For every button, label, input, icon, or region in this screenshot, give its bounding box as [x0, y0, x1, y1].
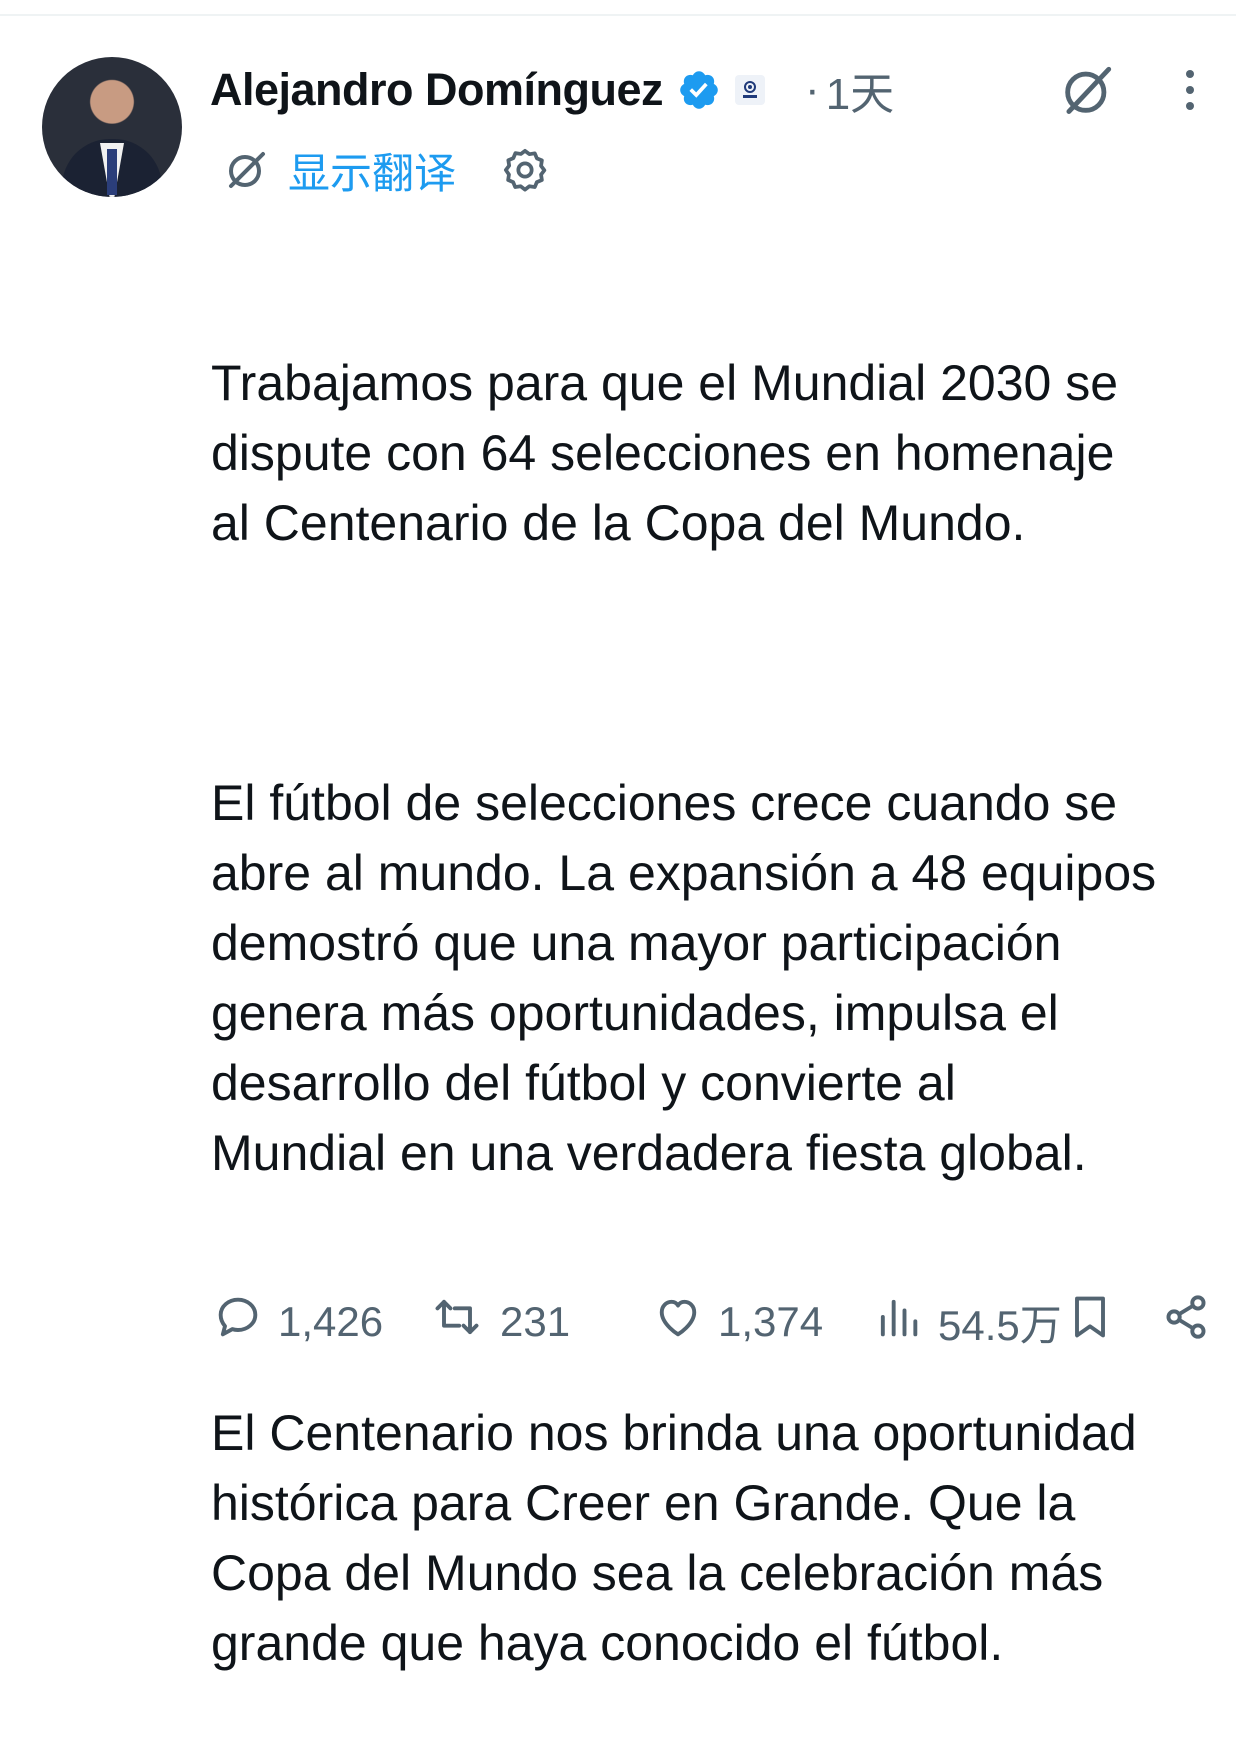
- tweet-header: Alejandro Domínguez · 1天: [210, 60, 894, 120]
- author-name[interactable]: Alejandro Domínguez: [210, 64, 664, 116]
- repost-count: 231: [500, 1298, 571, 1345]
- like-button[interactable]: 1,374: [652, 1290, 823, 1354]
- affiliate-badge-icon[interactable]: [735, 75, 766, 105]
- views-button[interactable]: 54.5万: [872, 1290, 1062, 1354]
- separator: ·: [805, 65, 820, 114]
- translate-icon[interactable]: [222, 146, 270, 194]
- top-divider: [0, 14, 1236, 16]
- share-icon: [1160, 1291, 1212, 1353]
- tweet-paragraph: Trabajamos para que el Mundial 2030 se d…: [211, 355, 1119, 551]
- timestamp[interactable]: 1天: [826, 58, 894, 122]
- views-chart-icon: [872, 1291, 924, 1353]
- more-options-icon[interactable]: [1176, 66, 1204, 114]
- tweet-text: Trabajamos para que el Mundial 2030 se d…: [211, 208, 1226, 1748]
- repost-button[interactable]: 231: [428, 1290, 570, 1354]
- grok-icon[interactable]: [1058, 62, 1116, 120]
- reply-icon: [212, 1291, 264, 1353]
- bookmark-icon: [1064, 1291, 1116, 1353]
- avatar[interactable]: [42, 57, 182, 197]
- like-count: 1,374: [718, 1298, 824, 1345]
- views-count: 54.5万: [938, 1301, 1062, 1349]
- verified-badge-icon[interactable]: [677, 68, 721, 112]
- translate-link[interactable]: 显示翻译: [288, 140, 456, 201]
- reply-button[interactable]: 1,426: [212, 1290, 383, 1354]
- reply-count: 1,426: [278, 1298, 384, 1345]
- translate-row: 显示翻译: [222, 142, 550, 198]
- gear-icon[interactable]: [500, 145, 550, 195]
- repost-icon: [428, 1291, 486, 1353]
- share-button[interactable]: [1160, 1290, 1212, 1354]
- bookmark-button[interactable]: [1064, 1290, 1116, 1354]
- tweet-paragraph: El Centenario nos brinda una oportunidad…: [211, 1405, 1137, 1671]
- action-bar: 1,426 231 1,374 54.5万: [0, 1290, 1236, 1354]
- heart-icon: [652, 1291, 704, 1353]
- tweet-paragraph: El fútbol de selecciones crece cuando se…: [211, 775, 1157, 1181]
